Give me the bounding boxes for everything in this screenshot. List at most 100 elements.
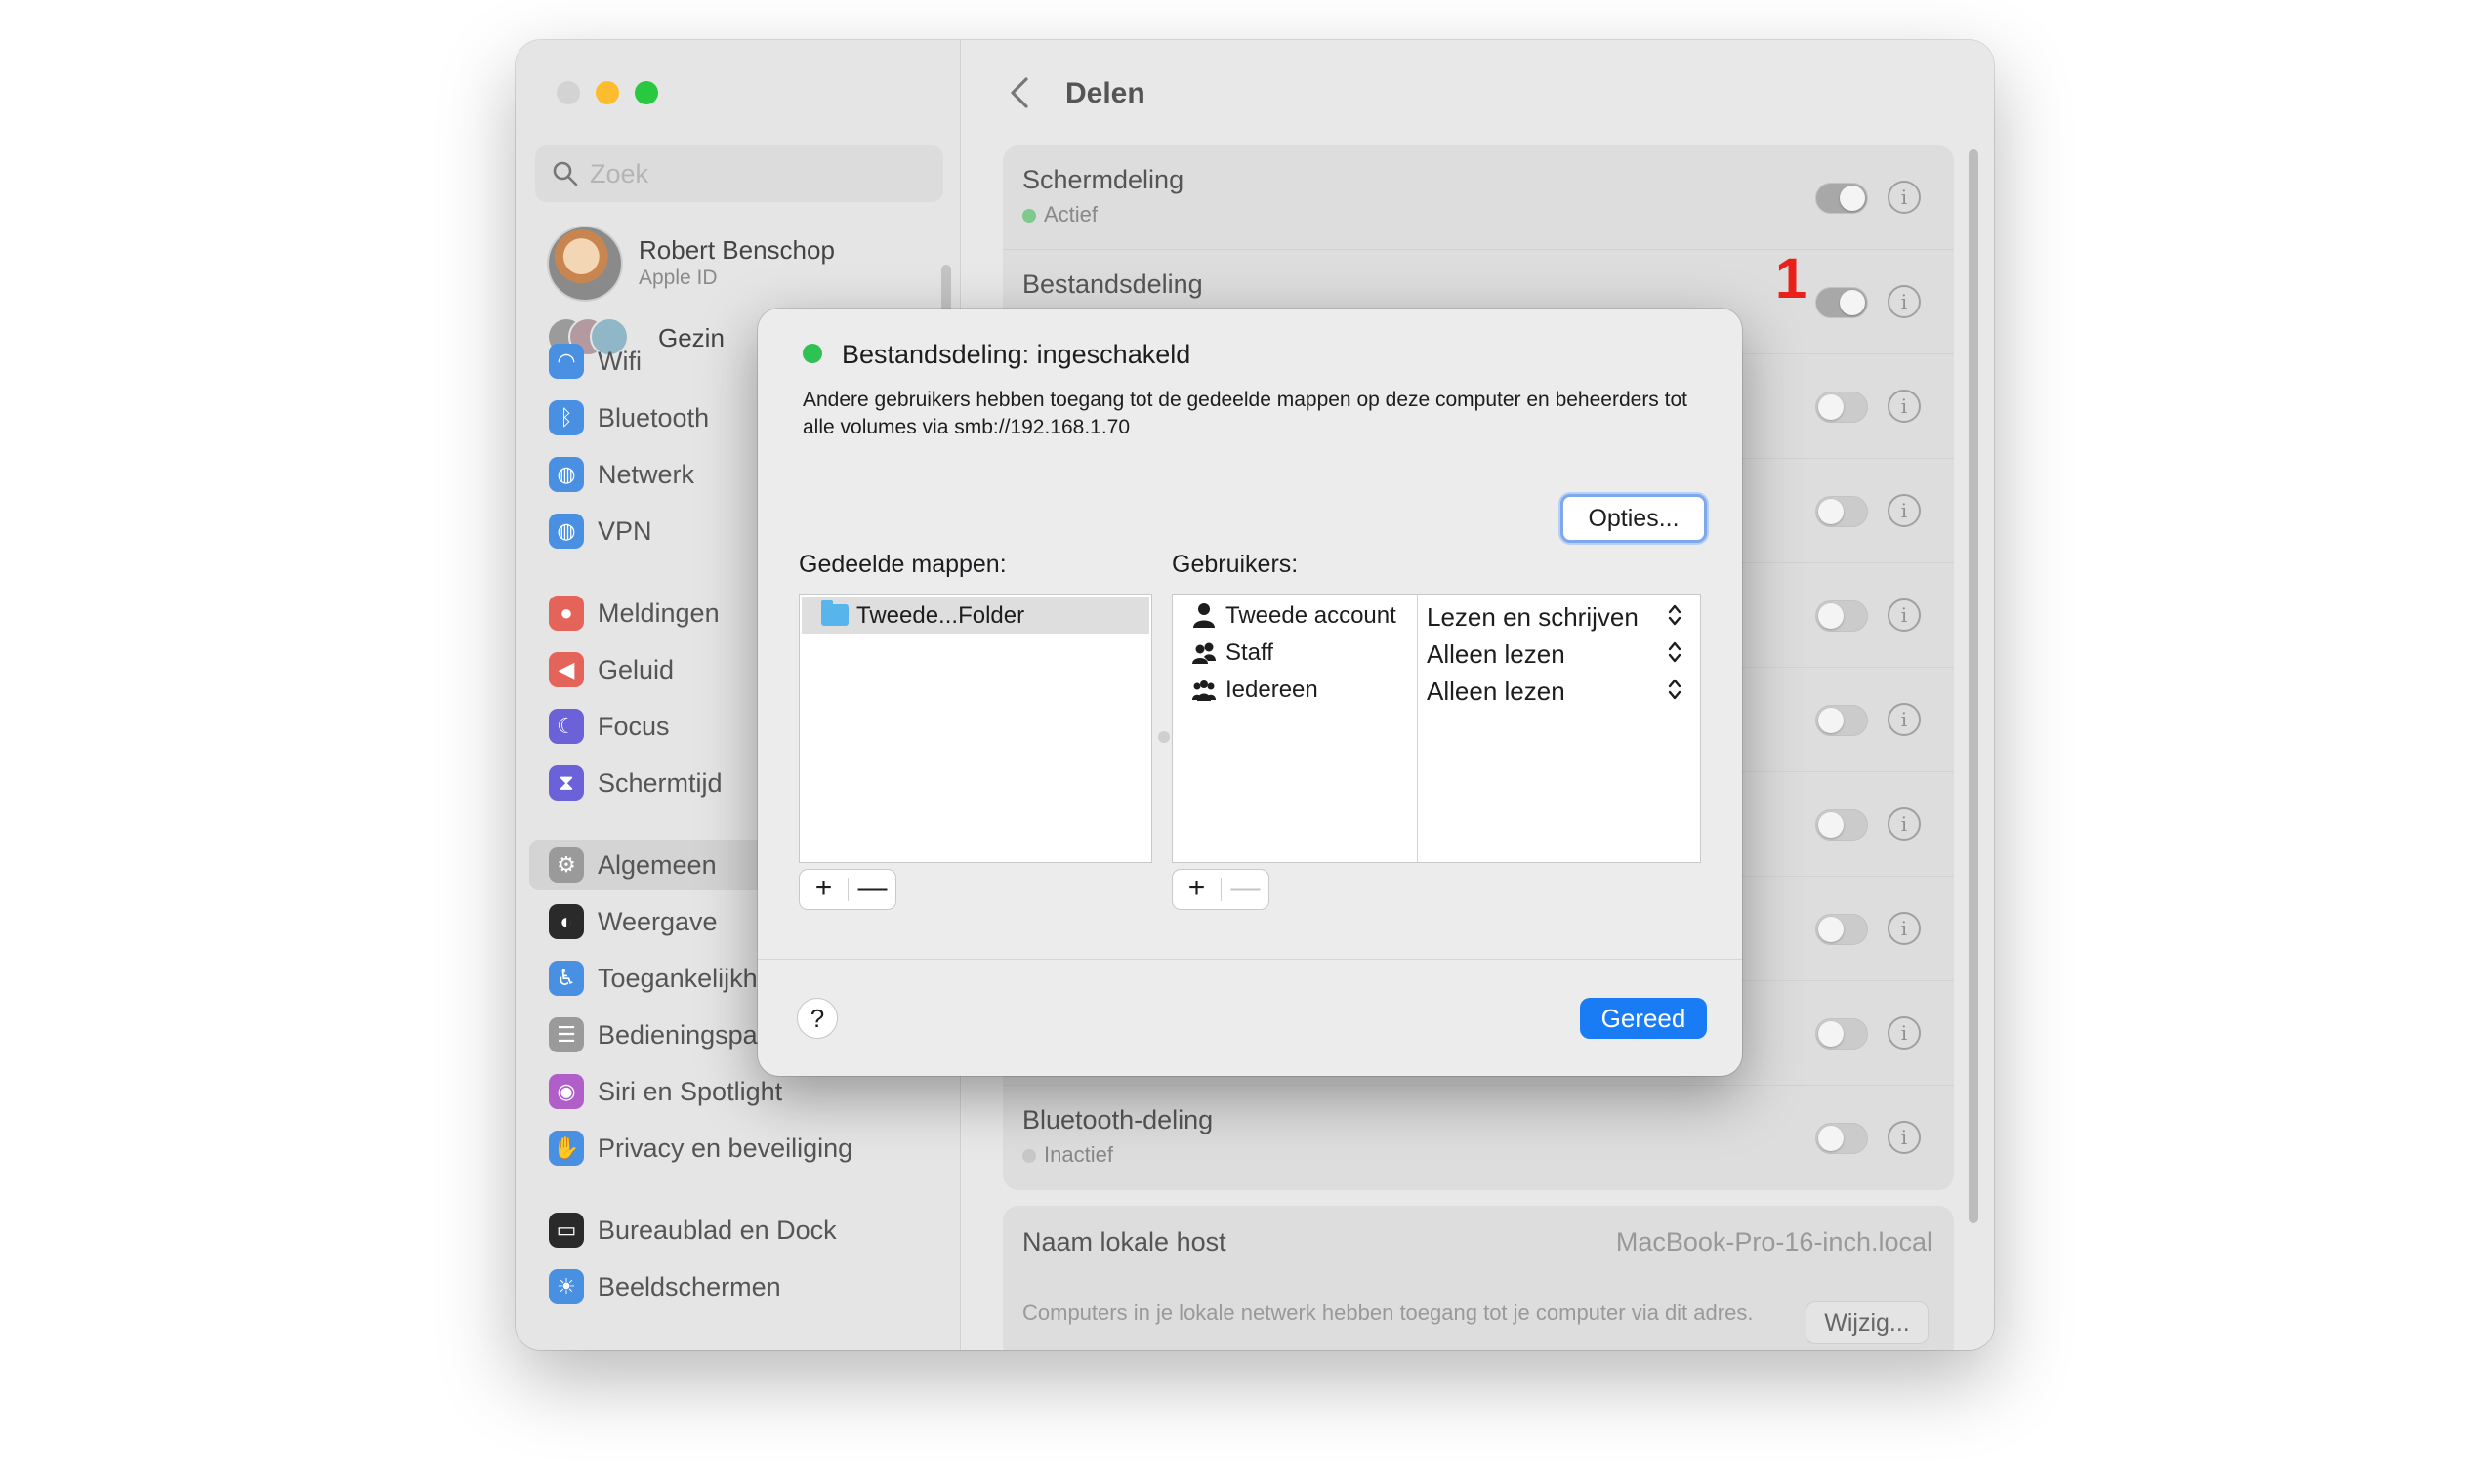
add-folder-button[interactable]: + <box>800 870 848 909</box>
search-placeholder: Zoek <box>590 159 649 188</box>
user-name: Iedereen <box>1225 677 1318 703</box>
control-center-icon: ☰ <box>549 1017 584 1052</box>
sidebar-item-label: Wifi <box>598 347 642 376</box>
info-icon[interactable]: i <box>1888 285 1921 318</box>
minimize-window-button[interactable] <box>596 81 619 104</box>
sidebar-item-label: Weergave <box>598 907 718 936</box>
sidebar-item-label: Meldingen <box>598 598 720 628</box>
sidebar-item-label: Beeldschermen <box>598 1272 781 1301</box>
sidebar-item-label: Bureaublad en Dock <box>598 1216 837 1245</box>
toggle-knob <box>1840 186 1865 211</box>
profile-name[interactable]: Robert Benschop <box>639 235 835 266</box>
moon-icon: ☾ <box>549 709 584 744</box>
help-button[interactable]: ? <box>797 998 838 1039</box>
info-icon[interactable]: i <box>1888 1121 1921 1154</box>
page-title: Delen <box>1065 77 1145 109</box>
shared-folders-list[interactable]: Tweede...Folder <box>799 594 1152 863</box>
up-down-chevron-icon[interactable] <box>1667 677 1682 702</box>
table-row[interactable]: Staff Alleen lezen <box>1173 634 1700 671</box>
info-icon[interactable]: i <box>1888 807 1921 841</box>
person-icon <box>1193 603 1215 628</box>
status-dot <box>803 344 822 363</box>
toggle-knob <box>1818 603 1844 629</box>
sheet-divider <box>758 959 1742 960</box>
remove-folder-button[interactable]: — <box>849 870 896 909</box>
back-chevron-icon[interactable] <box>1005 73 1034 112</box>
list-item[interactable]: Tweede...Folder <box>802 597 1149 634</box>
sidebar-item-label: Algemeen <box>598 850 717 880</box>
up-down-chevron-icon[interactable] <box>1667 639 1682 665</box>
permission-select[interactable]: Alleen lezen <box>1427 677 1565 707</box>
close-window-button[interactable] <box>557 81 580 104</box>
sidebar-item-label: Siri en Spotlight <box>598 1077 783 1106</box>
everyone-icon <box>1192 680 1216 701</box>
folder-name: Tweede...Folder <box>856 602 1025 629</box>
table-row[interactable]: Tweede account Lezen en schrijven <box>1173 597 1700 634</box>
vpn-globe-icon: ◍ <box>549 514 584 549</box>
users-add-remove-control: + — <box>1172 869 1269 910</box>
service-toggle[interactable] <box>1815 392 1868 423</box>
service-toggle[interactable] <box>1815 496 1868 527</box>
done-button[interactable]: Gereed <box>1580 998 1707 1039</box>
service-status: Actief <box>1022 202 1098 227</box>
permission-select[interactable]: Alleen lezen <box>1427 639 1565 670</box>
file-sharing-sheet: Bestandsdeling: ingeschakeld Andere gebr… <box>758 309 1742 1076</box>
sidebar-item-bureaublad-en-dock[interactable]: ▭ Bureaublad en Dock <box>529 1205 949 1256</box>
add-user-button[interactable]: + <box>1173 870 1221 909</box>
speaker-icon: ◀ <box>549 652 584 687</box>
annotation-1: 1 <box>1775 247 1807 310</box>
status-dot <box>1022 1149 1036 1163</box>
folders-add-remove-control: + — <box>799 869 896 910</box>
info-icon[interactable]: i <box>1888 1016 1921 1050</box>
service-toggle[interactable] <box>1815 705 1868 736</box>
toggle-knob <box>1818 1126 1844 1151</box>
change-host-button[interactable]: Wijzig... <box>1806 1301 1929 1344</box>
search-field[interactable]: Zoek <box>535 145 943 202</box>
info-icon[interactable]: i <box>1888 494 1921 527</box>
zoom-window-button[interactable] <box>635 81 658 104</box>
service-toggle[interactable] <box>1815 600 1868 632</box>
service-toggle[interactable] <box>1815 1018 1868 1050</box>
bluetooth-icon: ᛒ <box>549 400 584 435</box>
toggle-knob <box>1818 812 1844 838</box>
service-toggle[interactable] <box>1815 809 1868 841</box>
local-host-group: Naam lokale host MacBook-Pro-16-inch.loc… <box>1003 1206 1954 1350</box>
brightness-icon: ☀ <box>549 1269 584 1304</box>
info-icon[interactable]: i <box>1888 598 1921 632</box>
toggle-knob <box>1818 917 1844 942</box>
gear-icon: ⚙ <box>549 847 584 883</box>
permission-select[interactable]: Lezen en schrijven <box>1427 602 1639 633</box>
sidebar-item-label: Netwerk <box>598 460 695 489</box>
table-row[interactable]: Iedereen Alleen lezen <box>1173 671 1700 708</box>
toggle-knob <box>1818 708 1844 733</box>
sidebar-item-label: Geluid <box>598 655 675 684</box>
bell-icon: ● <box>549 596 584 631</box>
options-button[interactable]: Opties... <box>1560 494 1707 543</box>
content-scrollbar[interactable] <box>1969 149 1978 1223</box>
toggle-knob <box>1818 394 1844 420</box>
info-icon[interactable]: i <box>1888 390 1921 423</box>
local-host-label: Naam lokale host <box>1022 1227 1226 1257</box>
local-host-value: MacBook-Pro-16-inch.local <box>1615 1227 1932 1257</box>
service-toggle[interactable] <box>1815 1123 1868 1154</box>
info-icon[interactable]: i <box>1888 703 1921 736</box>
siri-icon: ◉ <box>549 1074 584 1109</box>
remove-user-button[interactable]: — <box>1222 870 1269 909</box>
info-icon[interactable]: i <box>1888 912 1921 945</box>
service-toggle[interactable] <box>1815 183 1868 214</box>
sidebar-item-label: VPN <box>598 516 652 546</box>
sidebar-item-beeldschermen[interactable]: ☀ Beeldschermen <box>529 1261 949 1312</box>
service-name: Schermdeling <box>1022 165 1184 194</box>
toggle-knob <box>1818 499 1844 524</box>
dock-icon: ▭ <box>549 1213 584 1248</box>
split-view-handle[interactable] <box>1158 731 1170 743</box>
sidebar-item-privacy-en-beveiliging[interactable]: ✋ Privacy en beveiliging <box>529 1123 949 1174</box>
avatar[interactable] <box>547 226 623 302</box>
service-toggle[interactable] <box>1815 287 1868 318</box>
info-icon[interactable]: i <box>1888 181 1921 214</box>
sidebar-item-label: Privacy en beveiliging <box>598 1134 853 1163</box>
toggle-knob <box>1818 1021 1844 1047</box>
users-table[interactable]: Tweede account Lezen en schrijven Staff … <box>1172 594 1701 863</box>
service-toggle[interactable] <box>1815 914 1868 945</box>
up-down-chevron-icon[interactable] <box>1667 602 1682 628</box>
